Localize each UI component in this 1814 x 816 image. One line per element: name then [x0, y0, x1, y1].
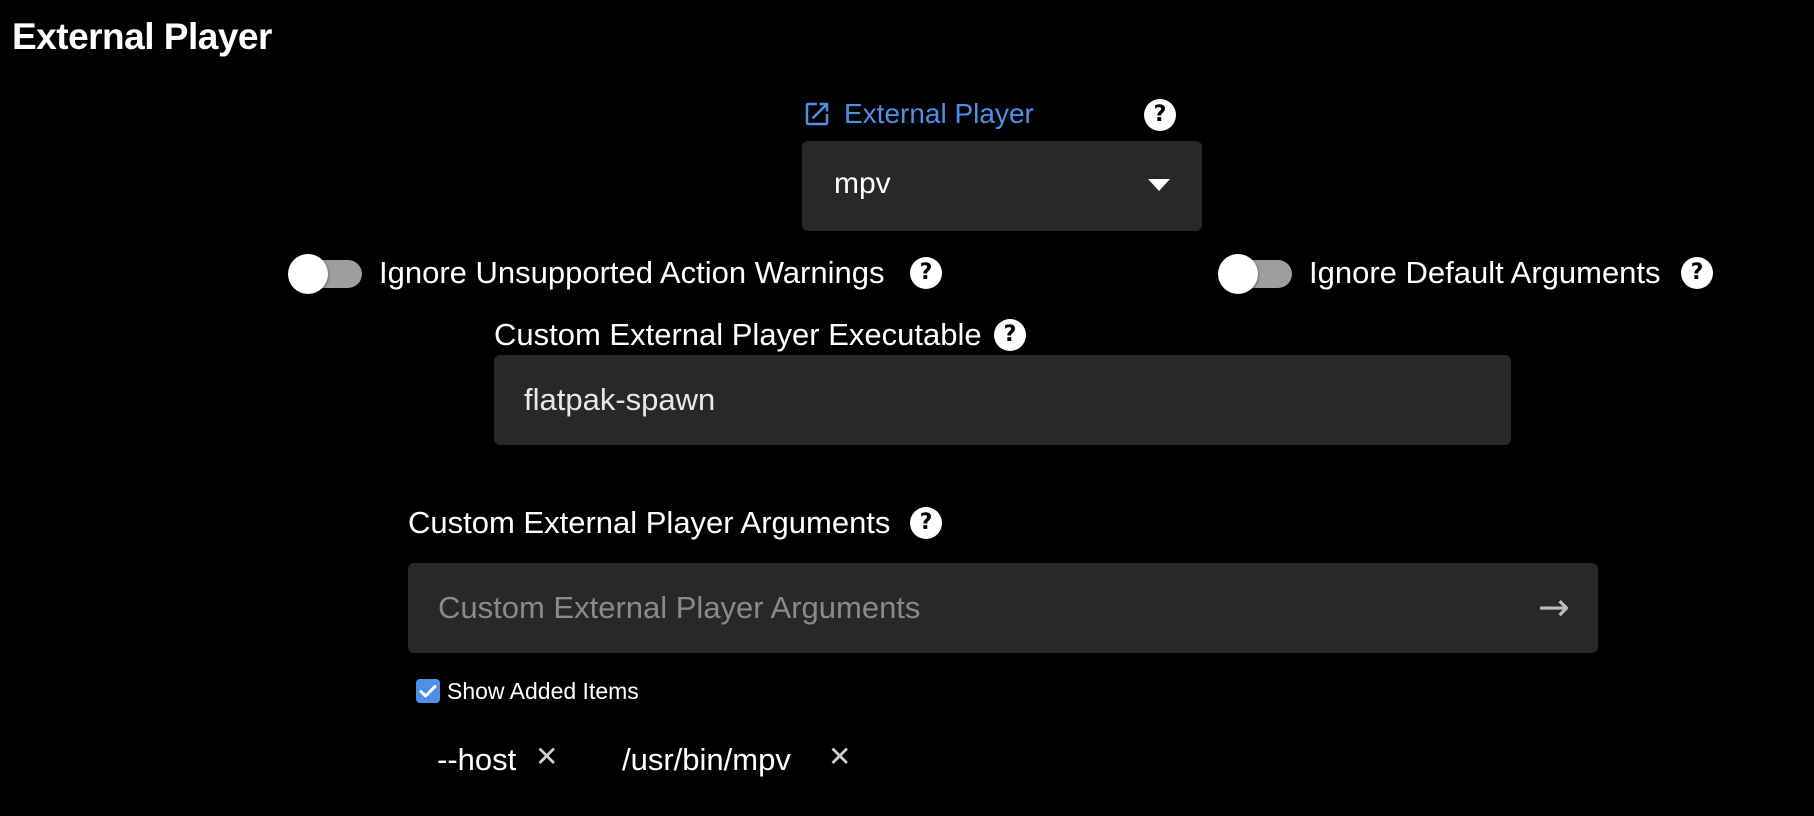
external-player-label-text: External Player [844, 98, 1034, 129]
arguments-field[interactable]: → [408, 563, 1598, 653]
show-added-items-label: Show Added Items [447, 678, 639, 704]
show-added-items-checkbox[interactable] [416, 679, 440, 703]
external-player-select[interactable]: mpv [802, 141, 1202, 231]
executable-help-icon[interactable]: ? [994, 319, 1026, 351]
open-external-icon [805, 102, 829, 126]
ignore-default-arguments-help-icon[interactable]: ? [1681, 257, 1713, 289]
argument-item-text: /usr/bin/mpv [622, 742, 791, 777]
remove-argument-button[interactable]: ✕ [828, 740, 851, 773]
page-title: External Player [12, 16, 272, 57]
arguments-input[interactable] [438, 563, 1488, 653]
ignore-unsupported-warnings-toggle[interactable] [288, 254, 362, 294]
chevron-down-icon [1148, 179, 1170, 191]
arguments-label: Custom External Player Arguments [408, 505, 891, 540]
executable-field[interactable] [494, 355, 1511, 445]
argument-item-text: --host [437, 742, 517, 777]
toggle-knob [1218, 254, 1258, 294]
ignore-unsupported-warnings-help-icon[interactable]: ? [910, 257, 942, 289]
executable-label: Custom External Player Executable [494, 317, 982, 352]
check-icon [419, 685, 437, 698]
remove-argument-button[interactable]: ✕ [535, 740, 558, 773]
external-player-selected-value: mpv [834, 167, 891, 200]
toggle-knob [288, 254, 328, 294]
ignore-unsupported-warnings-label: Ignore Unsupported Action Warnings [379, 255, 885, 290]
arguments-help-icon[interactable]: ? [910, 507, 942, 539]
ignore-default-arguments-toggle[interactable] [1218, 254, 1292, 294]
arrow-right-icon[interactable]: → [1538, 588, 1570, 626]
executable-input[interactable] [524, 355, 1424, 445]
external-player-label: External Player [802, 98, 1034, 130]
ignore-default-arguments-label: Ignore Default Arguments [1309, 255, 1661, 290]
external-player-help-icon[interactable]: ? [1144, 99, 1176, 131]
